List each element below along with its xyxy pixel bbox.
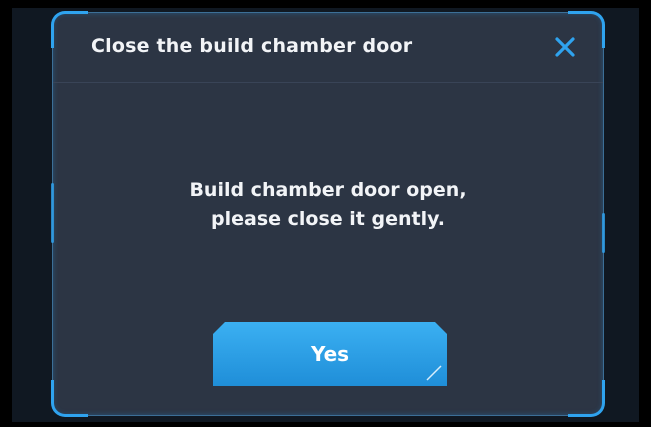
yes-button-label: Yes	[310, 342, 350, 366]
corner-accent	[51, 380, 88, 417]
dialog-close-build-chamber-door: Close the build chamber door Build chamb…	[51, 11, 605, 417]
dialog-title: Close the build chamber door	[91, 35, 413, 57]
close-button[interactable]	[553, 35, 577, 59]
close-icon	[555, 37, 575, 57]
message-line: Build chamber door open,	[189, 179, 467, 201]
dialog-message: Build chamber door open, please close it…	[53, 176, 603, 234]
screen: Close the build chamber door Build chamb…	[0, 0, 651, 427]
message-line: please close it gently.	[211, 208, 445, 230]
corner-accent	[568, 380, 605, 417]
dialog-header: Close the build chamber door	[53, 13, 603, 83]
yes-button[interactable]: Yes	[213, 322, 447, 386]
